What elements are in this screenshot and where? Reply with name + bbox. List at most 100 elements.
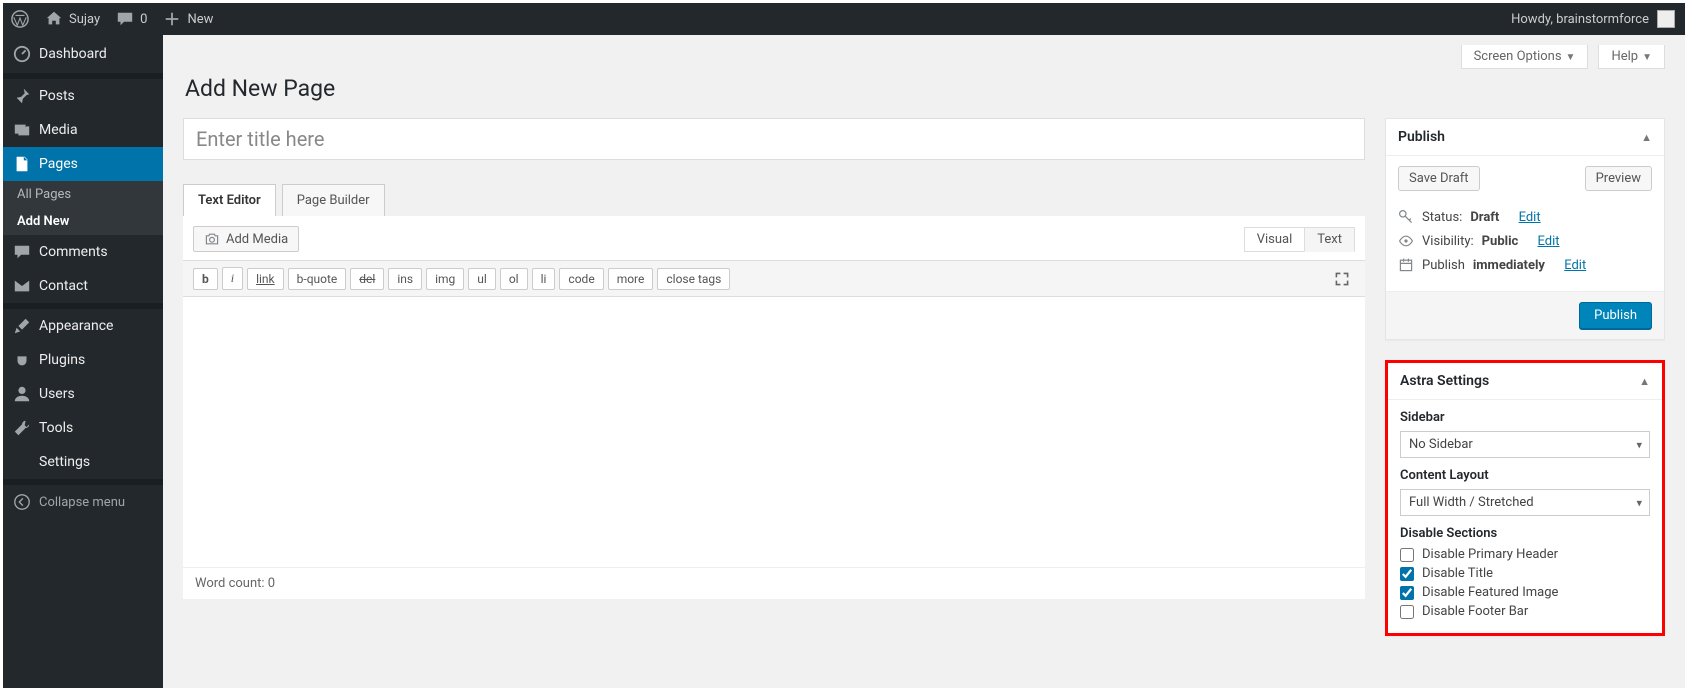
comments-link[interactable]: 0	[108, 3, 155, 35]
page-title: Add New Page	[185, 75, 1665, 102]
qt-ul[interactable]: ul	[468, 268, 496, 290]
check-label: Disable Footer Bar	[1422, 604, 1528, 619]
sidebar-setting-label: Sidebar	[1400, 410, 1650, 425]
checkbox[interactable]	[1400, 605, 1414, 619]
sidebar-item-label: Tools	[39, 420, 73, 436]
preview-button[interactable]: Preview	[1585, 166, 1652, 191]
sidebar-item-label: Comments	[39, 244, 108, 260]
edit-date-link[interactable]: Edit	[1564, 258, 1586, 273]
sidebar-appearance[interactable]: Appearance	[3, 309, 163, 343]
qt-del[interactable]: del	[350, 268, 384, 290]
comment-icon	[13, 243, 31, 261]
howdy-text[interactable]: Howdy, brainstormforce	[1511, 12, 1649, 27]
expand-icon	[1334, 271, 1350, 287]
comment-icon	[116, 10, 134, 28]
sidebar-users[interactable]: Users	[3, 377, 163, 411]
qt-link[interactable]: link	[247, 268, 284, 290]
checkbox[interactable]	[1400, 548, 1414, 562]
screen-options-label: Screen Options	[1474, 49, 1562, 64]
edit-visibility-link[interactable]: Edit	[1538, 234, 1560, 249]
tab-page-builder[interactable]: Page Builder	[282, 184, 385, 216]
screen-options-button[interactable]: Screen Options ▼	[1461, 45, 1589, 69]
qt-closetags[interactable]: close tags	[657, 268, 730, 290]
qt-li[interactable]: li	[532, 268, 556, 290]
avatar[interactable]	[1657, 10, 1675, 28]
sidebar-tools[interactable]: Tools	[3, 411, 163, 445]
new-label: New	[187, 12, 213, 27]
sidebar-contact[interactable]: Contact	[3, 269, 163, 303]
add-media-button[interactable]: Add Media	[193, 226, 299, 252]
qt-ol[interactable]: ol	[500, 268, 528, 290]
edit-status-link[interactable]: Edit	[1519, 210, 1541, 225]
qt-more[interactable]: more	[608, 268, 654, 290]
qt-code[interactable]: code	[559, 268, 603, 290]
sidebar-posts[interactable]: Posts	[3, 79, 163, 113]
fullscreen-button[interactable]	[1329, 268, 1355, 290]
qt-ins[interactable]: ins	[388, 268, 422, 290]
sidebar-pages[interactable]: Pages	[3, 147, 163, 181]
submenu-all-pages[interactable]: All Pages	[3, 181, 163, 208]
check-disable-primary-header[interactable]: Disable Primary Header	[1400, 547, 1650, 562]
collapse-icon	[13, 493, 31, 511]
wp-logo[interactable]	[3, 3, 37, 35]
eye-icon	[1398, 233, 1414, 249]
tab-text-editor[interactable]: Text Editor	[183, 184, 276, 216]
check-label: Disable Title	[1422, 566, 1493, 581]
view-text[interactable]: Text	[1304, 227, 1355, 252]
comment-count: 0	[140, 12, 147, 27]
help-label: Help	[1611, 49, 1638, 64]
sidebar-dashboard-label: Dashboard	[39, 46, 107, 62]
view-visual[interactable]: Visual	[1244, 227, 1306, 252]
check-disable-footer-bar[interactable]: Disable Footer Bar	[1400, 604, 1650, 619]
site-name-link[interactable]: Sujay	[37, 3, 108, 35]
checkbox[interactable]	[1400, 567, 1414, 581]
new-link[interactable]: New	[155, 3, 221, 35]
astra-box-header[interactable]: Astra Settings▲	[1388, 363, 1662, 400]
plug-icon	[13, 351, 31, 369]
sidebar-dashboard[interactable]: Dashboard	[3, 35, 163, 73]
sidebar-item-label: Appearance	[39, 318, 113, 334]
caret-down-icon: ▼	[1642, 52, 1652, 63]
sidebar-comments[interactable]: Comments	[3, 235, 163, 269]
disable-sections-label: Disable Sections	[1400, 526, 1650, 541]
title-input[interactable]	[183, 118, 1365, 160]
sidebar-plugins[interactable]: Plugins	[3, 343, 163, 377]
dashboard-icon	[13, 45, 31, 63]
qt-bquote[interactable]: b-quote	[288, 268, 347, 290]
help-button[interactable]: Help ▼	[1598, 45, 1665, 69]
check-disable-featured-image[interactable]: Disable Featured Image	[1400, 585, 1650, 600]
brush-icon	[13, 317, 31, 335]
wordpress-icon	[11, 10, 29, 28]
caret-down-icon: ▼	[1566, 52, 1576, 63]
publish-box-header[interactable]: Publish▲	[1386, 119, 1664, 156]
sidebar-item-label: Users	[39, 386, 75, 402]
key-icon	[1398, 209, 1414, 225]
sidebar-settings[interactable]: Settings	[3, 445, 163, 479]
checkbox[interactable]	[1400, 586, 1414, 600]
visibility-label: Visibility:	[1422, 234, 1474, 249]
home-icon	[45, 10, 63, 28]
collapse-menu[interactable]: Collapse menu	[3, 485, 163, 519]
publish-on-value: immediately	[1473, 258, 1545, 273]
qt-img[interactable]: img	[426, 268, 464, 290]
publish-button[interactable]: Publish	[1579, 302, 1652, 329]
sidebar-item-label: Contact	[39, 278, 88, 294]
sidebar-media[interactable]: Media	[3, 113, 163, 147]
content-textarea[interactable]	[183, 297, 1365, 567]
main-content: Screen Options ▼ Help ▼ Add New Page Text …	[163, 35, 1685, 676]
submenu-add-new[interactable]: Add New	[3, 208, 163, 235]
content-layout-select[interactable]: Full Width / Stretched	[1400, 489, 1650, 516]
sliders-icon	[13, 453, 31, 471]
sidebar-select[interactable]: No Sidebar	[1400, 431, 1650, 458]
save-draft-button[interactable]: Save Draft	[1398, 166, 1480, 191]
astra-settings-box: Astra Settings▲ Sidebar No Sidebar▾ Cont…	[1385, 360, 1665, 636]
sidebar-item-label: Settings	[39, 454, 90, 470]
qt-italic[interactable]: i	[222, 267, 243, 290]
sidebar-item-label: Plugins	[39, 352, 85, 368]
qt-bold[interactable]: b	[193, 268, 218, 290]
sidebar-item-label: Posts	[39, 88, 75, 104]
editor-footer: Word count: 0	[183, 567, 1365, 599]
check-disable-title[interactable]: Disable Title	[1400, 566, 1650, 581]
check-label: Disable Primary Header	[1422, 547, 1558, 562]
sidebar-item-label: Pages	[39, 156, 78, 172]
